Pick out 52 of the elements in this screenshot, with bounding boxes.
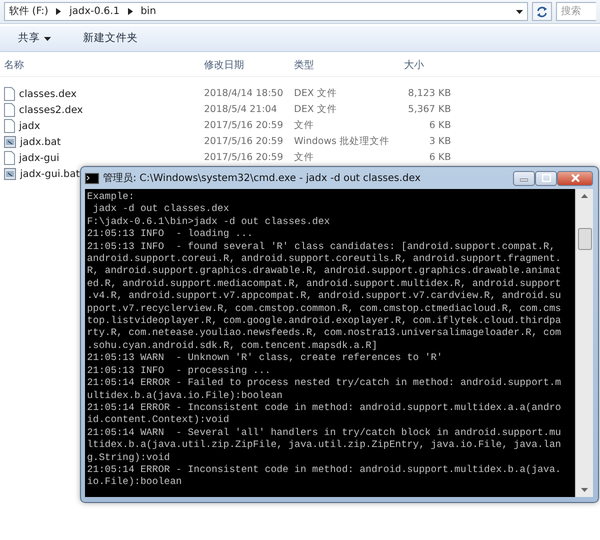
file-name[interactable]: classes2.dex bbox=[19, 102, 83, 118]
file-icon bbox=[4, 87, 15, 101]
scroll-down-icon bbox=[581, 488, 588, 492]
file-size: 6 KB bbox=[428, 150, 452, 165]
scrollbar[interactable] bbox=[575, 189, 593, 497]
file-size: 5,367 KB bbox=[407, 102, 452, 117]
chevron-icon bbox=[56, 8, 62, 15]
modified-date: 2018/5/4 21:04 bbox=[203, 102, 278, 117]
maximize-icon bbox=[542, 174, 550, 182]
refresh-icon bbox=[536, 6, 548, 18]
window-title: 管理员: C:\Windows\system32\cmd.exe - jadx -d out classes.dex bbox=[103, 172, 422, 186]
file-name[interactable]: jadx-gui.bat bbox=[20, 166, 80, 182]
address-bar[interactable]: 软件 (F:) jadx-0.6.1 bin bbox=[4, 2, 528, 21]
file-name[interactable]: jadx-gui bbox=[19, 150, 60, 166]
batch-file-icon bbox=[4, 167, 16, 181]
file-icon bbox=[4, 103, 15, 117]
minimize-button[interactable] bbox=[513, 170, 535, 186]
file-type: DEX 文件 bbox=[293, 86, 338, 101]
modified-date: 2017/5/16 20:59 bbox=[203, 118, 284, 133]
file-icon bbox=[4, 151, 15, 165]
column-header[interactable]: 修改日期 bbox=[200, 58, 290, 73]
dropdown-icon bbox=[516, 10, 523, 14]
console-icon bbox=[85, 172, 99, 184]
modified-date: 2017/5/16 20:59 bbox=[203, 150, 284, 165]
modified-date: 2018/4/14 18:50 bbox=[203, 86, 284, 101]
file-type: Windows 批处理文件 bbox=[293, 134, 390, 149]
file-name[interactable]: jadx bbox=[19, 118, 40, 134]
file-icon bbox=[4, 119, 15, 133]
scroll-up-icon bbox=[581, 194, 588, 198]
maximize-button[interactable] bbox=[535, 170, 557, 186]
batch-file-icon bbox=[4, 135, 16, 149]
scroll-thumb[interactable] bbox=[578, 228, 592, 250]
refresh-button[interactable] bbox=[532, 2, 552, 21]
search-field[interactable]: 搜索 bbox=[556, 2, 596, 21]
console-output: Example: jadx -d out classes.dex F:\jadx-0.6.1\bin>jadx -d out classes.dex 21:05:13 INFO - loading ... 21:05:13 INFO - found several 'R' class candidates: [android.support.compat.R, android.support.coreui.R, android.support.coreutils.R, android.support.fragment. R, android.support.graphics.drawable.R, android.support.graphics.drawable.animat ed.R, android.support.mediacompat.R, android.support.multidex.R, android.support .v4.R, android.support.v7.appcompat.R, android.support.v7.cardview.R, android.su pport.v7.recyclerview.R, com.cmstop.common.R, com.cmstop.ctmediacloud.R, com.cms top.listvideoplayer.R, com.google.android.exoplayer.R, com.iflytek.cloud.thirdpa rty.R, com.netease.youliao.newsfeeds.R, com.nostra13.universalimageloader.R, com .sohu.cyan.android.sdk.R, com.tencent.mapsdk.a.R] 21:05:13 WARN - Unknown 'R' class, create references to 'R' 21:05:13 INFO - processing ... 21:05:14 ERROR - Failed to process nested try/catch in method: android.support.m ultidex.b.a(java.io.File):boolean 21:05:14 ERROR - Inconsistent code in method: android.support.multidex.a.a(andro id.content.Context):void 21:05:14 WARN - Several 'all' handlers in try/catch block in android.support.mu ltidex.b.a(java.util.zip.ZipFile, java.util.zip.ZipEntry, java.io.File, java.lan g.String):void 21:05:14 ERROR - Inconsistent code in method: android.support.multidex.b.a(java. io.File):boolean bbox=[86, 190, 562, 490]
modified-date: 2017/5/16 20:59 bbox=[203, 134, 284, 149]
share-menu-button[interactable]: 共享 bbox=[10, 30, 59, 46]
close-icon bbox=[570, 174, 580, 182]
file-size: 8,123 KB bbox=[407, 86, 452, 101]
close-button[interactable] bbox=[557, 170, 593, 186]
chevron-icon bbox=[128, 8, 133, 15]
file-type: 文件 bbox=[293, 150, 315, 165]
toolbar-button[interactable]: 新建文件夹 bbox=[75, 30, 146, 46]
column-header[interactable]: 名称 bbox=[0, 58, 200, 73]
file-size: 3 KB bbox=[428, 134, 452, 149]
column-header[interactable]: 类型 bbox=[290, 58, 400, 73]
file-size: 6 KB bbox=[428, 118, 452, 133]
file-type: DEX 文件 bbox=[293, 102, 338, 117]
file-name[interactable]: classes.dex bbox=[19, 86, 77, 102]
column-header[interactable]: 大小 bbox=[400, 58, 455, 73]
file-name[interactable]: jadx.bat bbox=[20, 134, 61, 150]
file-type: 文件 bbox=[293, 118, 315, 133]
